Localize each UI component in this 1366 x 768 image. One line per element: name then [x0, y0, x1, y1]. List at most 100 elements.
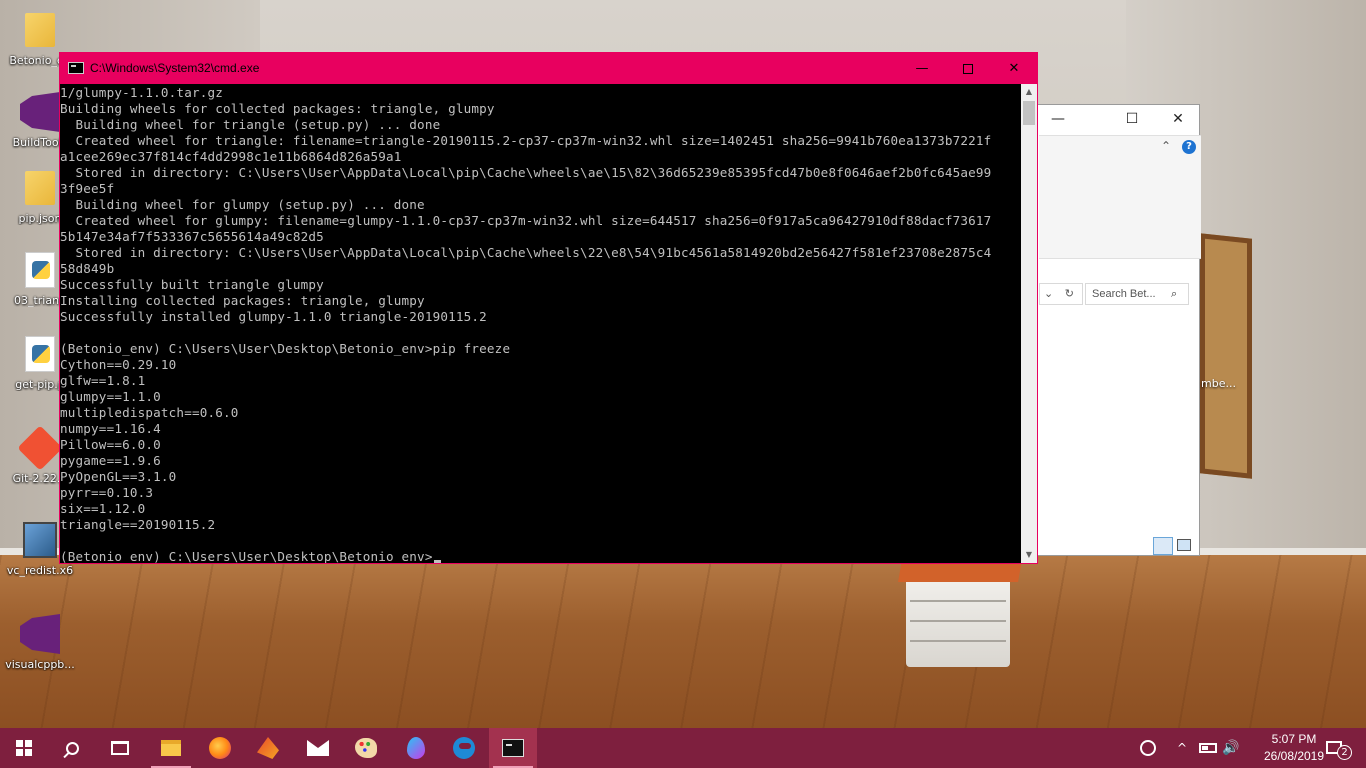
taskbar-paint[interactable] [342, 728, 390, 768]
chevron-down-icon[interactable]: ⌄ [1044, 287, 1053, 300]
people-icon [1140, 740, 1156, 756]
console-line: triangle==20190115.2 [60, 517, 216, 532]
console-line: 58d849b [60, 261, 115, 276]
folder-icon [20, 168, 60, 208]
taskbar-command-prompt[interactable] [489, 728, 537, 768]
view-toggle[interactable] [1153, 537, 1193, 555]
action-center-button[interactable]: 2 [1320, 734, 1360, 762]
console-line: numpy==1.16.4 [60, 421, 161, 436]
paint-icon [355, 738, 377, 758]
minimize-button[interactable]: — [899, 53, 945, 84]
console-line: pygame==1.9.6 [60, 453, 161, 468]
console-line: Cython==0.29.10 [60, 357, 177, 372]
window-title: C:\Windows\System32\cmd.exe [90, 61, 260, 75]
console-line: (Betonio_env) C:\Users\User\Desktop\Beto… [60, 549, 1020, 563]
console-line: Successfully installed glumpy-1.1.0 tria… [60, 309, 487, 324]
wooden-floor [0, 555, 1366, 728]
cmd-icon [68, 62, 84, 74]
people-button[interactable] [1136, 728, 1160, 768]
desktop-icon-visualcppbuild[interactable]: visualcppb... [2, 614, 78, 671]
explorer-maximize-button[interactable]: ☐ [1117, 111, 1147, 127]
search-button[interactable] [48, 728, 96, 768]
edge-icon [453, 737, 475, 759]
console-line: Pillow==6.0.0 [60, 437, 161, 452]
task-view-icon [111, 741, 129, 755]
file-explorer-window[interactable]: — ☐ ✕ ⌃ ? ⌄ ↻ Search Bet... ⌕ mbe... [1030, 104, 1236, 556]
setup-icon [20, 520, 60, 560]
console-line: Building wheel for glumpy (setup.py) ...… [60, 197, 425, 212]
search-icon: ⌕ [1171, 287, 1178, 300]
cabinet-drawer-line [910, 620, 1006, 622]
console-line: Successfully built triangle glumpy [60, 277, 324, 292]
scroll-down-button[interactable]: ▼ [1021, 547, 1037, 563]
explorer-close-button[interactable]: ✕ [1163, 111, 1193, 127]
mail-icon [307, 740, 329, 756]
console-line: multipledispatch==0.6.0 [60, 405, 239, 420]
console-line: Created wheel for triangle: filename=tri… [60, 133, 992, 148]
desktop-icon-label-partial: mbe... [1201, 377, 1236, 390]
notification-count-badge: 2 [1337, 745, 1352, 760]
console-line: Building wheel for triangle (setup.py) .… [60, 117, 441, 132]
taskbar: ^ 🔊 5:07 PM 26/08/2019 2 [0, 728, 1366, 768]
console-line: 3f9ee5f [60, 181, 115, 196]
start-button[interactable] [0, 728, 48, 768]
git-installer-icon [17, 425, 63, 471]
taskbar-paint-3d[interactable] [392, 728, 440, 768]
console-line: Installing collected packages: triangle,… [60, 293, 425, 308]
explorer-ribbon [1039, 135, 1201, 259]
console-line: PyOpenGL==3.1.0 [60, 469, 177, 484]
firefox-icon [209, 737, 231, 759]
console-line: 5b147e34af7f533367c5655614a49c82d5 [60, 229, 324, 244]
console-line: (Betonio_env) C:\Users\User\Desktop\Beto… [60, 341, 511, 356]
help-icon[interactable]: ? [1182, 140, 1196, 154]
battery-icon [1199, 743, 1217, 753]
console-line: pyrr==0.10.3 [60, 485, 154, 500]
taskbar-mail[interactable] [294, 728, 342, 768]
scroll-up-button[interactable]: ▲ [1021, 84, 1037, 100]
console-line: glfw==1.8.1 [60, 373, 146, 388]
scroll-thumb[interactable] [1023, 101, 1035, 125]
chevron-up-icon: ^ [1176, 741, 1188, 755]
address-bar-dropdown[interactable]: ⌄ ↻ [1039, 283, 1083, 305]
battery-button[interactable] [1196, 728, 1220, 768]
maximize-icon [963, 63, 973, 74]
desktop-icon-label: vc_redist.x6 [6, 564, 74, 577]
volume-button[interactable]: 🔊 [1220, 728, 1242, 768]
visual-studio-icon [20, 92, 60, 132]
console-output[interactable]: 1/glumpy-1.1.0.tar.gz Building wheels for… [60, 84, 1020, 563]
console-line: a1cee269ec37f814cf4dd2998c1e11b6864d826a… [60, 149, 402, 164]
console-line: glumpy==1.1.0 [60, 389, 161, 404]
speaker-icon: 🔊 [1222, 740, 1240, 756]
taskbar-tool-app[interactable] [244, 728, 292, 768]
taskbar-firefox[interactable] [196, 728, 244, 768]
text-cursor [433, 560, 441, 563]
console-line: six==1.12.0 [60, 501, 146, 516]
show-hidden-icons-button[interactable]: ^ [1172, 728, 1192, 768]
cmd-icon [502, 739, 524, 757]
task-view-button[interactable] [96, 728, 144, 768]
large-icons-view-icon[interactable] [1177, 539, 1191, 551]
explorer-titlebar[interactable]: — ☐ ✕ [1031, 105, 1199, 135]
cabinet-drawer-line [910, 600, 1006, 602]
maximize-button[interactable] [945, 53, 991, 84]
refresh-icon[interactable]: ↻ [1065, 287, 1074, 300]
folder-icon [20, 10, 60, 50]
taskbar-file-explorer[interactable] [147, 728, 195, 768]
cmd-titlebar[interactable]: C:\Windows\System32\cmd.exe — ✕ [60, 53, 1037, 84]
close-button[interactable]: ✕ [991, 53, 1037, 84]
python-file-icon [20, 250, 60, 290]
console-line: 1/glumpy-1.1.0.tar.gz [60, 85, 224, 100]
visual-studio-icon [20, 614, 60, 654]
taskbar-edge[interactable] [440, 728, 488, 768]
explorer-minimize-button[interactable]: — [1043, 111, 1073, 127]
search-icon [65, 741, 79, 755]
cmd-window[interactable]: C:\Windows\System32\cmd.exe — ✕ 1/glumpy… [59, 52, 1038, 564]
vertical-scrollbar[interactable]: ▲ ▼ [1021, 84, 1037, 563]
cabinet-drawer-line [910, 640, 1006, 642]
ribbon-collapse-chevron-icon[interactable]: ⌃ [1161, 139, 1171, 153]
details-view-icon[interactable] [1153, 537, 1173, 555]
console-line: Stored in directory: C:\Users\User\AppDa… [60, 245, 992, 260]
tool-icon [257, 737, 279, 759]
